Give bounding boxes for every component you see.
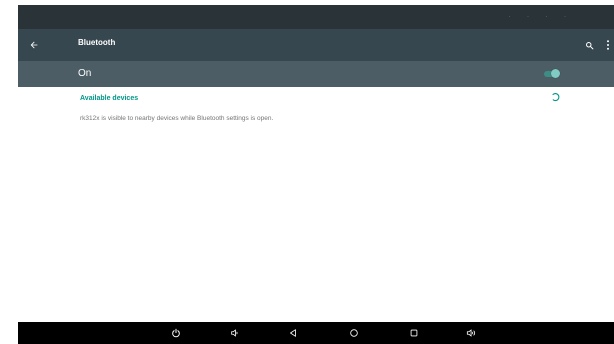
- search-icon: [585, 41, 593, 49]
- switch-state-label: On: [78, 68, 92, 79]
- navigation-bar: [18, 322, 614, 344]
- back-button[interactable]: [22, 33, 46, 57]
- back-nav-button[interactable]: [286, 326, 300, 340]
- available-devices-header: Available devices: [80, 95, 139, 102]
- volume-up-icon: [466, 329, 475, 337]
- power-icon: [172, 328, 180, 338]
- recents-button[interactable]: [407, 326, 421, 340]
- visibility-summary: rk312x is visible to nearby devices whil…: [80, 115, 274, 122]
- page-title: Bluetooth: [78, 38, 116, 47]
- circle-home-icon: [350, 329, 358, 337]
- power-button[interactable]: [169, 326, 183, 340]
- status-icons: · · · ·: [508, 14, 574, 20]
- status-bar: · · · ·: [18, 5, 614, 29]
- volume-up-button[interactable]: [464, 326, 478, 340]
- more-options-button[interactable]: [602, 36, 614, 54]
- volume-down-button[interactable]: [228, 326, 242, 340]
- arrow-back-icon: [30, 41, 38, 49]
- volume-down-icon: [231, 329, 238, 337]
- more-vert-icon: [607, 40, 609, 50]
- bluetooth-toggle[interactable]: [544, 69, 560, 79]
- home-button[interactable]: [347, 326, 361, 340]
- progress-spinner-icon: [552, 93, 560, 102]
- bluetooth-settings-screen: · · · · Bluetooth On Available devices r…: [0, 0, 614, 344]
- square-recents-icon: [410, 329, 418, 337]
- toggle-thumb: [551, 69, 560, 78]
- toolbar: Bluetooth: [18, 29, 614, 61]
- search-button[interactable]: [580, 36, 598, 54]
- bluetooth-master-switch-bar[interactable]: On: [18, 61, 614, 87]
- triangle-back-icon: [290, 329, 296, 337]
